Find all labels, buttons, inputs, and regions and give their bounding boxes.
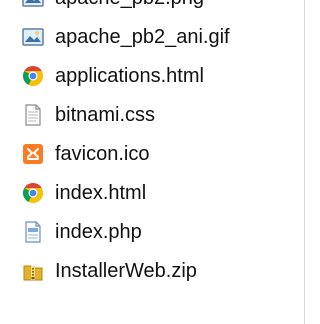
file-name: InstallerWeb.zip [55,259,197,282]
image-file-icon [21,0,45,10]
php-document-icon [21,220,45,244]
file-explorer-list-window: apache_pb2.png apache_pb2_ani.gif [0,0,311,324]
chrome-html-icon [21,64,45,88]
chrome-html-icon [21,181,45,205]
file-item-apache-pb2-png[interactable]: apache_pb2.png [0,0,304,17]
file-item-bitnami-css[interactable]: bitnami.css [0,95,304,134]
file-item-favicon-ico[interactable]: favicon.ico [0,134,304,173]
file-name: applications.html [55,64,204,87]
image-file-icon [21,25,45,49]
file-name: apache_pb2_ani.gif [55,25,230,48]
file-item-applications-html[interactable]: applications.html [0,56,304,95]
right-divider [304,0,305,324]
file-item-index-html[interactable]: index.html [0,173,304,212]
file-name: bitnami.css [55,103,156,126]
file-name: index.php [55,220,142,243]
file-name: apache_pb2.png [55,0,204,10]
zip-archive-icon [21,259,45,283]
file-name: favicon.ico [55,142,150,165]
file-item-installerweb-zip[interactable]: InstallerWeb.zip [0,251,304,290]
file-name: index.html [55,181,147,204]
file-item-index-php[interactable]: index.php [0,212,304,251]
file-list: apache_pb2.png apache_pb2_ani.gif [0,0,304,290]
text-document-icon [21,103,45,127]
file-item-apache-pb2-ani-gif[interactable]: apache_pb2_ani.gif [0,17,304,56]
xampp-icon [21,142,45,166]
